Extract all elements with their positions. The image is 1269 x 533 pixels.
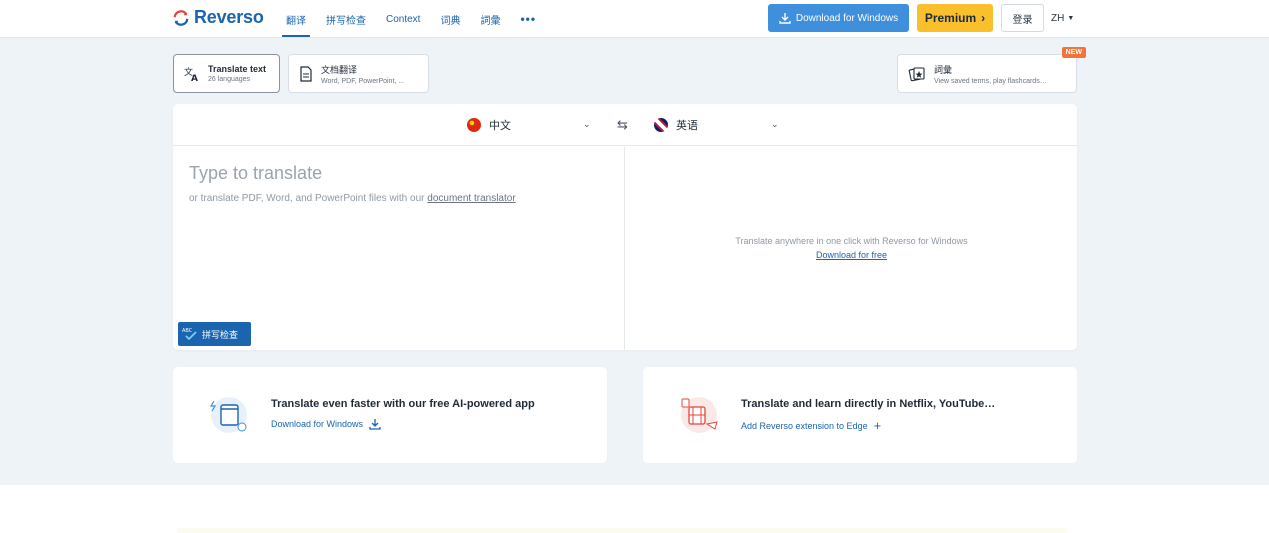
windows-app-illustration <box>209 397 247 433</box>
new-badge: NEW <box>1061 47 1086 58</box>
source-language-selector[interactable]: 中文 <box>467 104 511 146</box>
uk-flag-icon <box>654 118 668 132</box>
nav-translate[interactable]: 翻译 <box>282 0 310 38</box>
nav-spellcheck[interactable]: 拼写检查 <box>326 0 366 38</box>
document-icon <box>300 65 312 82</box>
source-chevron-down-icon[interactable]: ⌄ <box>583 119 591 130</box>
download-label: Download for Windows <box>795 12 899 24</box>
download-free-link[interactable]: Download for free <box>626 250 1077 260</box>
tab-translate-text[interactable]: 文 A Translate text 26 languages <box>173 54 280 93</box>
translate-icon: 文 A <box>184 66 198 82</box>
tab-document-translate-subtitle: Word, PDF, PowerPoint, ... <box>321 77 405 85</box>
windows-promo-text: Translate anywhere in one click with Rev… <box>735 236 968 246</box>
main-area: 文 A Translate text 26 languages 文档翻译 Wor… <box>0 38 1269 485</box>
flashcards-icon <box>908 66 925 81</box>
plus-icon: + <box>873 418 882 433</box>
app-promo-link[interactable]: Download for Windows <box>271 418 381 430</box>
tab-vocabulary-title: 詞彙 <box>934 64 953 75</box>
top-navbar: Reverso 翻译 拼写检查 Context 词典 詞彙 ••• Downlo… <box>0 0 1269 38</box>
tab-document-translate-title: 文档翻译 <box>321 64 358 75</box>
app-promo-link-label: Download for Windows <box>271 419 364 429</box>
interface-language-selector[interactable]: ZH ▼ <box>1051 4 1074 32</box>
placeholder-sub-text: or translate PDF, Word, and PowerPoint f… <box>189 193 428 204</box>
reverso-logo-icon <box>173 9 189 26</box>
tab-translate-text-subtitle: 26 languages <box>208 76 251 83</box>
translator-panel: 中文 ⌄ ⇆ 英语 ⌄ Type to translate or transla… <box>173 104 1077 350</box>
app-promo-card: Translate even faster with our free AI-p… <box>173 367 607 463</box>
source-placeholder-title: Type to translate <box>189 163 323 183</box>
nav-vocabulary[interactable]: 詞彙 <box>480 0 500 38</box>
tab-vocabulary[interactable]: 詞彙 View saved terms, play flashcards… NE… <box>897 47 1086 93</box>
extension-promo-title: Translate and learn directly in Netflix,… <box>741 398 996 410</box>
china-flag-icon <box>467 118 481 132</box>
app-promo-title: Translate even faster with our free AI-p… <box>271 398 535 410</box>
chevron-right-icon: › <box>981 11 986 25</box>
source-text-area[interactable]: Type to translate or translate PDF, Word… <box>173 147 625 350</box>
video-extension-illustration <box>681 397 718 433</box>
download-icon <box>779 13 791 24</box>
main-nav: 翻译 拼写检查 Context 词典 詞彙 ••• <box>282 0 556 38</box>
spellcheck-label: 拼写检查 <box>202 329 239 340</box>
target-text-area: Translate anywhere in one click with Rev… <box>626 147 1077 350</box>
extension-promo-link[interactable]: Add Reverso extension to Edge + <box>741 418 881 433</box>
premium-label: Premium <box>924 11 977 25</box>
nav-context[interactable]: Context <box>386 0 420 38</box>
language-bar: 中文 ⌄ ⇆ 英语 ⌄ <box>173 104 1077 146</box>
spellcheck-button[interactable]: ABC 拼写检查 <box>178 322 251 346</box>
premium-button[interactable]: Premium › <box>917 4 993 32</box>
tab-translate-text-title: Translate text <box>208 64 267 74</box>
tab-vocabulary-subtitle: View saved terms, play flashcards… <box>934 77 1047 85</box>
abc-check-icon: ABC <box>182 328 197 341</box>
swap-languages-icon[interactable]: ⇆ <box>617 117 628 133</box>
tab-document-translate[interactable]: 文档翻译 Word, PDF, PowerPoint, ... <box>288 54 429 93</box>
interface-language-label: ZH <box>1051 12 1065 24</box>
target-language-selector[interactable]: 英语 <box>654 104 698 146</box>
nav-dictionary[interactable]: 词典 <box>440 0 460 38</box>
nav-more-button[interactable]: ••• <box>520 0 536 38</box>
source-placeholder-subtitle: or translate PDF, Word, and PowerPoint f… <box>189 193 516 204</box>
source-language-label: 中文 <box>489 120 511 132</box>
target-language-label: 英语 <box>676 120 698 132</box>
download-windows-button[interactable]: Download for Windows <box>768 4 909 32</box>
download-icon <box>369 419 381 430</box>
extension-promo-card: Translate and learn directly in Netflix,… <box>643 367 1077 463</box>
spellcheck-abc-text: ABC <box>182 328 193 334</box>
caret-down-icon: ▼ <box>1067 14 1075 22</box>
target-chevron-down-icon[interactable]: ⌄ <box>771 119 779 130</box>
login-button[interactable]: 登录 <box>1001 4 1044 32</box>
bottom-section-edge <box>177 528 1067 533</box>
document-translator-link[interactable]: document translator <box>427 193 515 204</box>
svg-text:A: A <box>191 74 198 82</box>
logo-text: Reverso <box>194 7 264 27</box>
extension-promo-link-label: Add Reverso extension to Edge <box>741 420 868 431</box>
reverso-logo[interactable]: Reverso <box>172 7 264 28</box>
